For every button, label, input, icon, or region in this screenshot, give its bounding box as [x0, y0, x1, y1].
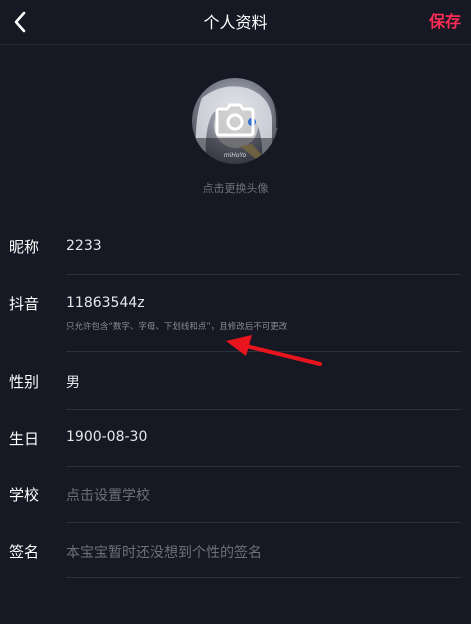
top-bar: 个人资料 保存 — [0, 0, 471, 45]
divider — [66, 577, 461, 578]
save-button[interactable]: 保存 — [429, 8, 461, 32]
divider — [66, 522, 461, 523]
nickname-value[interactable]: 2233 — [66, 238, 102, 254]
birthday-label: 生日 — [9, 430, 40, 448]
change-avatar-hint[interactable]: 点击更换头像 — [0, 180, 471, 196]
camera-icon — [215, 103, 255, 137]
nickname-label: 昵称 — [9, 238, 40, 256]
arrow-annotation-icon — [226, 335, 322, 366]
douyin-id-value[interactable]: 11863544z — [66, 295, 145, 311]
page-title: 个人资料 — [203, 13, 268, 32]
avatar[interactable]: miHoYo — [192, 78, 278, 164]
birthday-value[interactable]: 1900-08-30 — [66, 429, 147, 445]
gender-value[interactable]: 男 — [66, 372, 80, 392]
signature-placeholder[interactable]: 本宝宝暂时还没想到个性的签名 — [66, 542, 262, 562]
divider — [66, 409, 461, 410]
signature-label: 签名 — [9, 543, 40, 561]
school-placeholder[interactable]: 点击设置学校 — [66, 485, 150, 505]
divider — [66, 466, 461, 467]
avatar-watermark: miHoYo — [223, 152, 247, 159]
douyin-id-label: 抖音 — [9, 295, 40, 313]
divider — [66, 274, 461, 275]
gender-label: 性别 — [9, 373, 40, 391]
school-label: 学校 — [9, 486, 40, 504]
